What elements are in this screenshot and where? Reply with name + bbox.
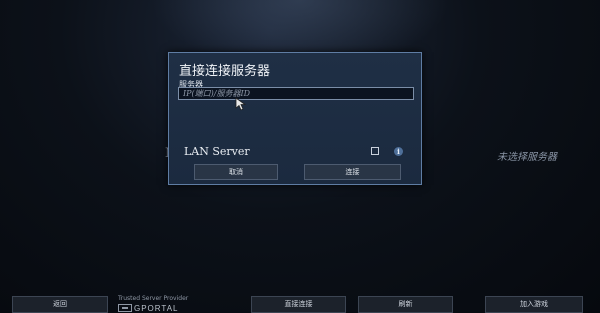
no-server-selected-label: 未选择服务器: [497, 152, 557, 163]
refresh-button[interactable]: 刷新: [358, 296, 453, 313]
info-icon[interactable]: i: [394, 147, 403, 156]
mouse-cursor-icon: [235, 97, 247, 111]
back-button[interactable]: 返回: [12, 296, 108, 313]
direct-connect-dialog: 直接连接服务器 服务器 LAN Server i 取消 连接: [168, 52, 422, 185]
gportal-logo-text: GPORTAL: [134, 303, 179, 313]
lan-server-checkbox[interactable]: [371, 147, 379, 155]
lan-server-label: LAN Server: [184, 145, 250, 158]
gportal-logo: GPORTAL: [118, 303, 190, 313]
connect-button[interactable]: 连接: [304, 164, 401, 180]
join-game-button[interactable]: 加入游戏: [485, 296, 583, 313]
sponsor-caption: Trusted Server Provider: [118, 295, 189, 302]
server-address-input[interactable]: [178, 87, 414, 100]
lan-server-row: LAN Server i: [184, 145, 406, 159]
cancel-button[interactable]: 取消: [194, 164, 278, 180]
dialog-title: 直接连接服务器: [179, 64, 271, 79]
direct-connect-button[interactable]: 直接连接: [251, 296, 346, 313]
gportal-logo-icon: [118, 304, 132, 312]
